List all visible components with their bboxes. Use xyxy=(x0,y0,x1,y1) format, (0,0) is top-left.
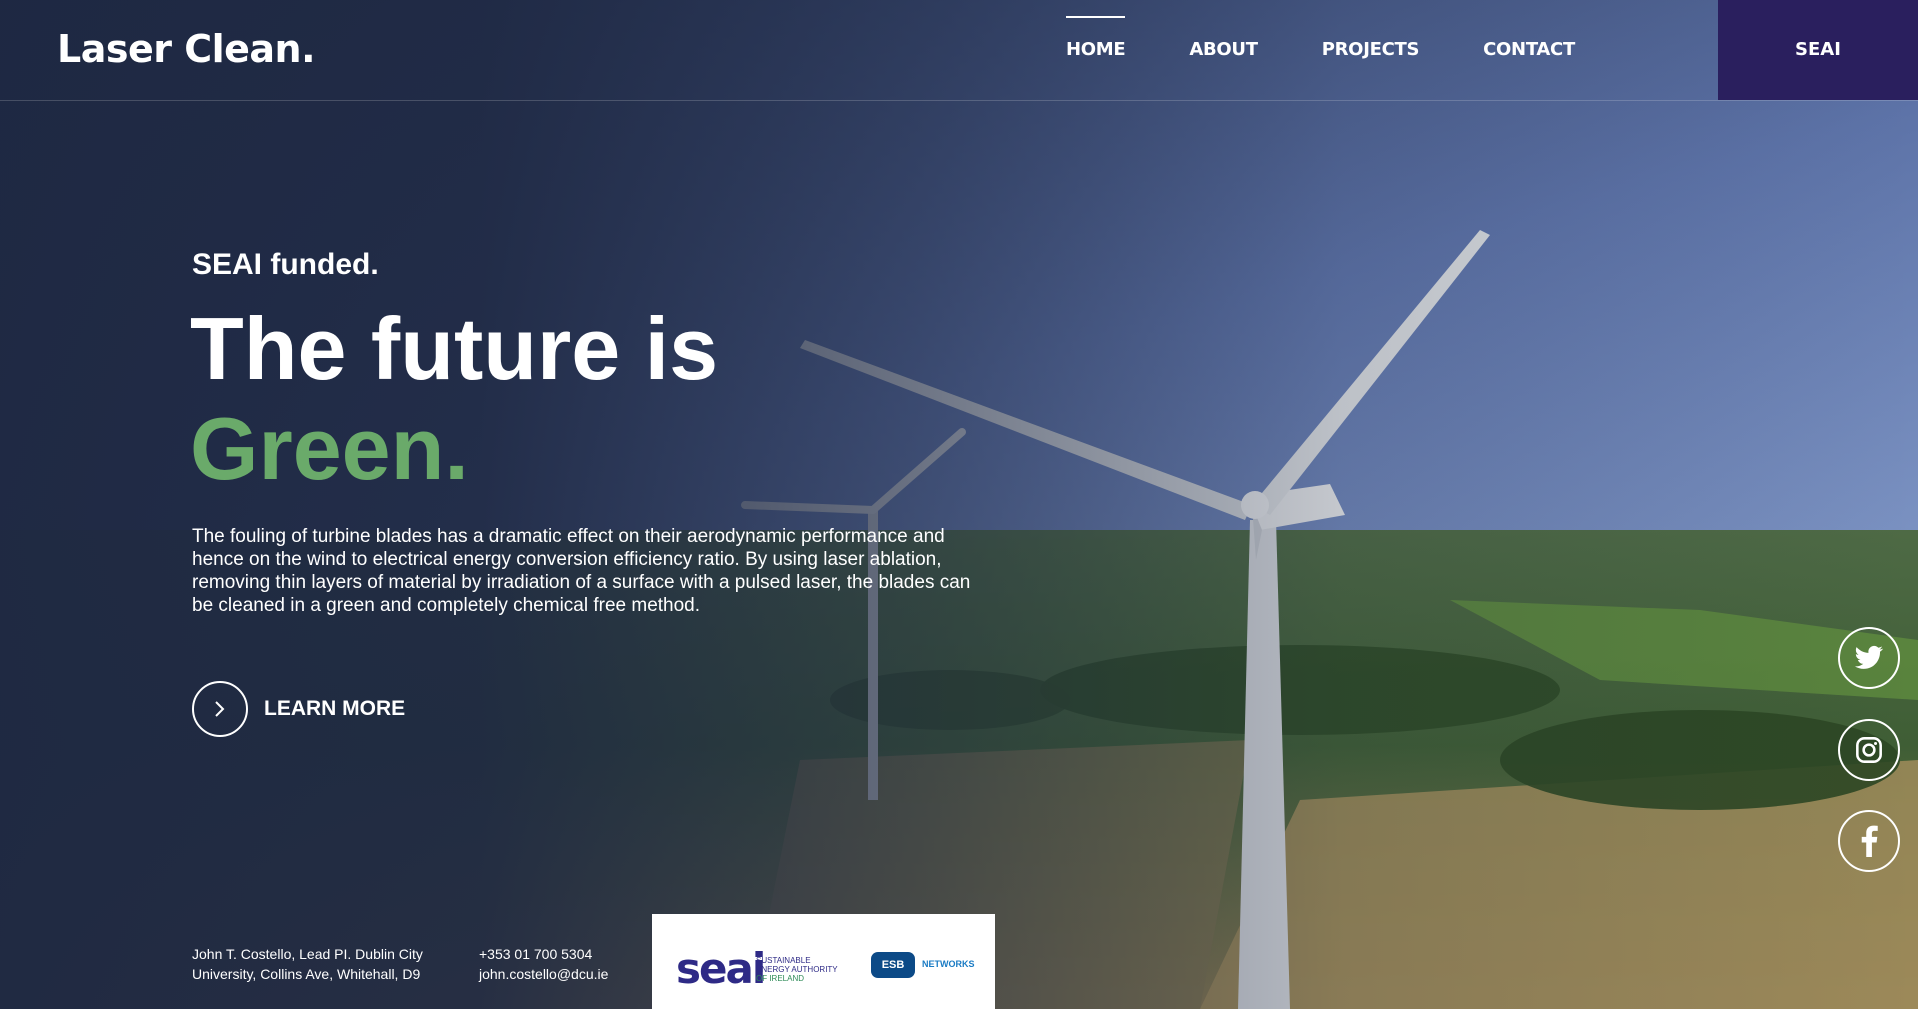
learn-more-label: LEARN MORE xyxy=(264,697,406,720)
twitter-icon[interactable] xyxy=(1838,627,1900,689)
seai-button[interactable]: SEAI xyxy=(1718,0,1918,100)
sponsor-logos: seai SUSTAINABLE ENERGY AUTHORITY OF IRE… xyxy=(652,914,995,1009)
seai-sub-line-3: OF IRELAND xyxy=(756,974,805,983)
instagram-icon[interactable] xyxy=(1838,719,1900,781)
hero-kicker: SEAI funded. xyxy=(192,248,379,281)
hero-headline-accent: Green. xyxy=(190,399,469,498)
hero-description: The fouling of turbine blades has a dram… xyxy=(192,526,971,616)
address-line-1: John T. Costello, Lead PI. Dublin City xyxy=(192,946,423,962)
hero-overlay xyxy=(0,0,1918,1009)
nav-home[interactable]: HOME xyxy=(1066,0,1126,100)
phone-link[interactable]: +353 01 700 5304 xyxy=(479,944,608,964)
chevron-right-icon xyxy=(192,681,248,737)
esb-logo: ESB xyxy=(871,952,915,978)
nav-about[interactable]: ABOUT xyxy=(1189,0,1258,100)
esb-networks-label: NETWORKS xyxy=(922,959,975,969)
seai-logo: seai xyxy=(676,944,766,993)
address-line-2: University, Collins Ave, Whitehall, D9 xyxy=(192,966,421,982)
nav-projects[interactable]: PROJECTS xyxy=(1322,0,1420,100)
site-logo[interactable]: Laser Clean. xyxy=(57,27,316,71)
contact-details: +353 01 700 5304 john.costello@dcu.ie xyxy=(479,944,608,984)
facebook-icon[interactable] xyxy=(1838,810,1900,872)
learn-more-button[interactable]: LEARN MORE xyxy=(192,681,405,737)
seai-sub-line-1: SUSTAINABLE xyxy=(756,956,811,965)
hero-headline: The future is xyxy=(190,299,719,398)
nav-contact[interactable]: CONTACT xyxy=(1483,0,1575,100)
contact-address: John T. Costello, Lead PI. Dublin City U… xyxy=(192,944,423,984)
email-link[interactable]: john.costello@dcu.ie xyxy=(479,964,608,984)
seai-logo-subtitle: SUSTAINABLE ENERGY AUTHORITY OF IRELAND xyxy=(756,956,838,983)
site-header: Laser Clean. HOME ABOUT PROJECTS CONTACT… xyxy=(0,0,1918,101)
seai-sub-line-2: ENERGY AUTHORITY xyxy=(756,965,838,974)
main-nav: HOME ABOUT PROJECTS CONTACT xyxy=(1066,0,1639,100)
